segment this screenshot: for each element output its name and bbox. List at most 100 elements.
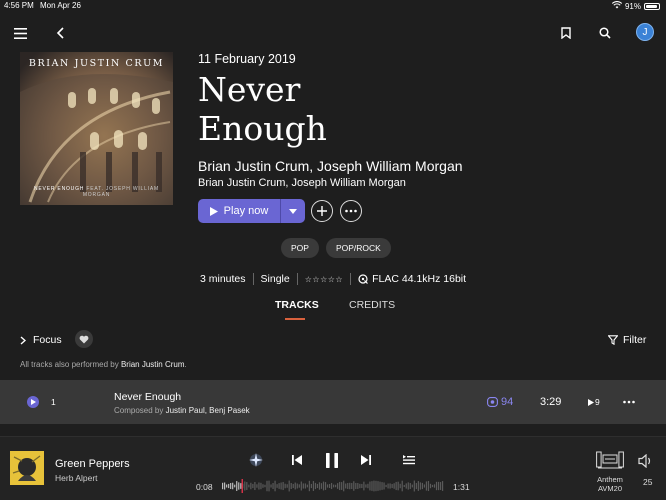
waveform-bar — [276, 484, 278, 488]
track-title[interactable]: Never Enough — [114, 391, 181, 403]
waveform-bar — [355, 482, 357, 490]
elapsed-time: 0:08 — [196, 482, 213, 492]
waveform-bar — [316, 483, 319, 489]
waveform-bar — [349, 482, 351, 490]
album-title-line2: Enough — [198, 109, 327, 148]
device-name-line1: Anthem — [597, 475, 623, 484]
meta-divider — [350, 273, 352, 285]
waveform-bar — [286, 484, 288, 488]
focus-toggle[interactable]: Focus — [20, 334, 62, 346]
pause-button[interactable] — [322, 450, 342, 470]
waveform-bar — [244, 481, 246, 491]
waveform-bar — [341, 482, 343, 490]
more-options-button[interactable] — [340, 200, 362, 222]
now-playing-title[interactable]: Green Peppers — [55, 458, 130, 470]
skip-forward-icon — [361, 455, 371, 465]
popularity-icon — [487, 397, 498, 407]
waveform-bar — [417, 481, 419, 491]
sparkle-icon[interactable] — [247, 451, 265, 469]
playhead-marker[interactable] — [241, 479, 243, 493]
waveform-bar — [270, 484, 272, 488]
add-to-library-button[interactable] — [311, 200, 333, 222]
play-now-button[interactable]: Play now — [198, 199, 280, 223]
waveform-bar — [387, 483, 389, 489]
favorite-button[interactable] — [75, 330, 93, 348]
waveform-bar — [439, 482, 442, 490]
now-playing-artwork[interactable] — [10, 451, 44, 485]
previous-track-button[interactable] — [289, 452, 305, 468]
back-icon[interactable] — [52, 25, 68, 41]
waveform-bar — [437, 481, 440, 491]
play-count-value: 9 — [595, 397, 600, 407]
waveform-bar — [361, 483, 363, 489]
waveform-bar — [377, 481, 379, 491]
waveform-bar — [405, 483, 407, 489]
waveform-bar — [330, 482, 333, 490]
waveform-bar — [431, 484, 434, 488]
chevron-down-icon — [289, 208, 297, 214]
waveform-bar — [328, 483, 331, 488]
album-cover: BRIAN JUSTIN CRUM NEVER ENOUGH FEAT. JOS… — [20, 52, 173, 205]
genre-tag-pop-rock[interactable]: POP/ROCK — [325, 238, 391, 258]
popularity-value: 94 — [501, 396, 514, 408]
waveform-bar — [347, 483, 349, 489]
filter-button[interactable]: Filter — [608, 334, 646, 346]
album-type: Single — [260, 273, 290, 285]
waveform-bar — [288, 480, 290, 492]
play-now-label: Play now — [223, 205, 269, 217]
waveform-bar — [300, 481, 302, 491]
now-playing-artist[interactable]: Herb Alpert — [55, 473, 98, 483]
track-more-button[interactable] — [623, 393, 635, 407]
waveform-bar — [365, 484, 367, 488]
waveform-bar — [280, 482, 282, 490]
waveform-bar — [395, 481, 397, 491]
performer-note-prefix: All tracks also performed by — [20, 360, 121, 369]
user-avatar[interactable]: J — [636, 23, 654, 41]
waveform-bar — [266, 480, 268, 492]
progress-waveform[interactable] — [222, 479, 444, 493]
rating-stars[interactable]: ☆☆☆☆☆ — [305, 275, 343, 284]
meta-divider — [252, 273, 254, 285]
waveform-bar — [415, 482, 417, 490]
waveform-bar — [282, 481, 284, 491]
album-artists-link[interactable]: Brian Justin Crum, Joseph William Morgan — [198, 158, 463, 174]
track-composers[interactable]: Justin Paul, Benj Pasek — [166, 406, 250, 415]
track-play-button[interactable] — [27, 396, 39, 408]
tab-tracks[interactable]: TRACKS — [275, 299, 319, 311]
tab-active-indicator — [285, 318, 305, 320]
waveform-bar — [274, 480, 276, 492]
waveform-bar — [318, 482, 321, 490]
genre-tag-pop[interactable]: POP — [281, 238, 319, 258]
performer-note-name[interactable]: Brian Justin Crum — [121, 360, 185, 369]
waveform-bar — [375, 480, 377, 492]
search-icon[interactable] — [597, 25, 613, 41]
album-meta: 3 minutes Single ☆☆☆☆☆ FLAC 44.1kHz 16bi… — [200, 273, 466, 285]
next-track-button[interactable] — [358, 452, 374, 468]
play-options-dropdown[interactable] — [280, 199, 305, 223]
waveform-bar — [284, 483, 286, 489]
volume-icon — [638, 454, 651, 468]
waveform-bar — [272, 483, 274, 489]
waveform-bar — [345, 483, 347, 489]
track-duration: 3:29 — [540, 396, 562, 408]
waveform-bar — [254, 481, 256, 491]
waveform-bar — [248, 484, 250, 488]
album-artists-secondary[interactable]: Brian Justin Crum, Joseph William Morgan — [198, 177, 406, 189]
waveform-bar — [306, 484, 308, 488]
play-icon — [30, 399, 36, 405]
waveform-bar — [234, 484, 236, 488]
table-row[interactable]: 1 Never Enough Composed by Justin Paul, … — [0, 380, 666, 424]
queue-button[interactable] — [401, 452, 417, 468]
volume-button[interactable] — [637, 452, 655, 470]
more-dots-icon — [623, 400, 635, 404]
track-popularity: 94 — [487, 396, 513, 408]
bookmark-icon[interactable] — [558, 25, 574, 41]
skip-back-icon — [292, 455, 302, 465]
output-device-button[interactable]: Anthem AVM20 — [590, 450, 630, 493]
cover-artwork-icon — [20, 52, 173, 205]
waveform-bar — [246, 482, 248, 490]
filter-label: Filter — [623, 334, 647, 346]
tab-credits[interactable]: CREDITS — [349, 299, 395, 311]
menu-icon[interactable] — [12, 25, 28, 41]
waveform-bar — [407, 482, 409, 490]
